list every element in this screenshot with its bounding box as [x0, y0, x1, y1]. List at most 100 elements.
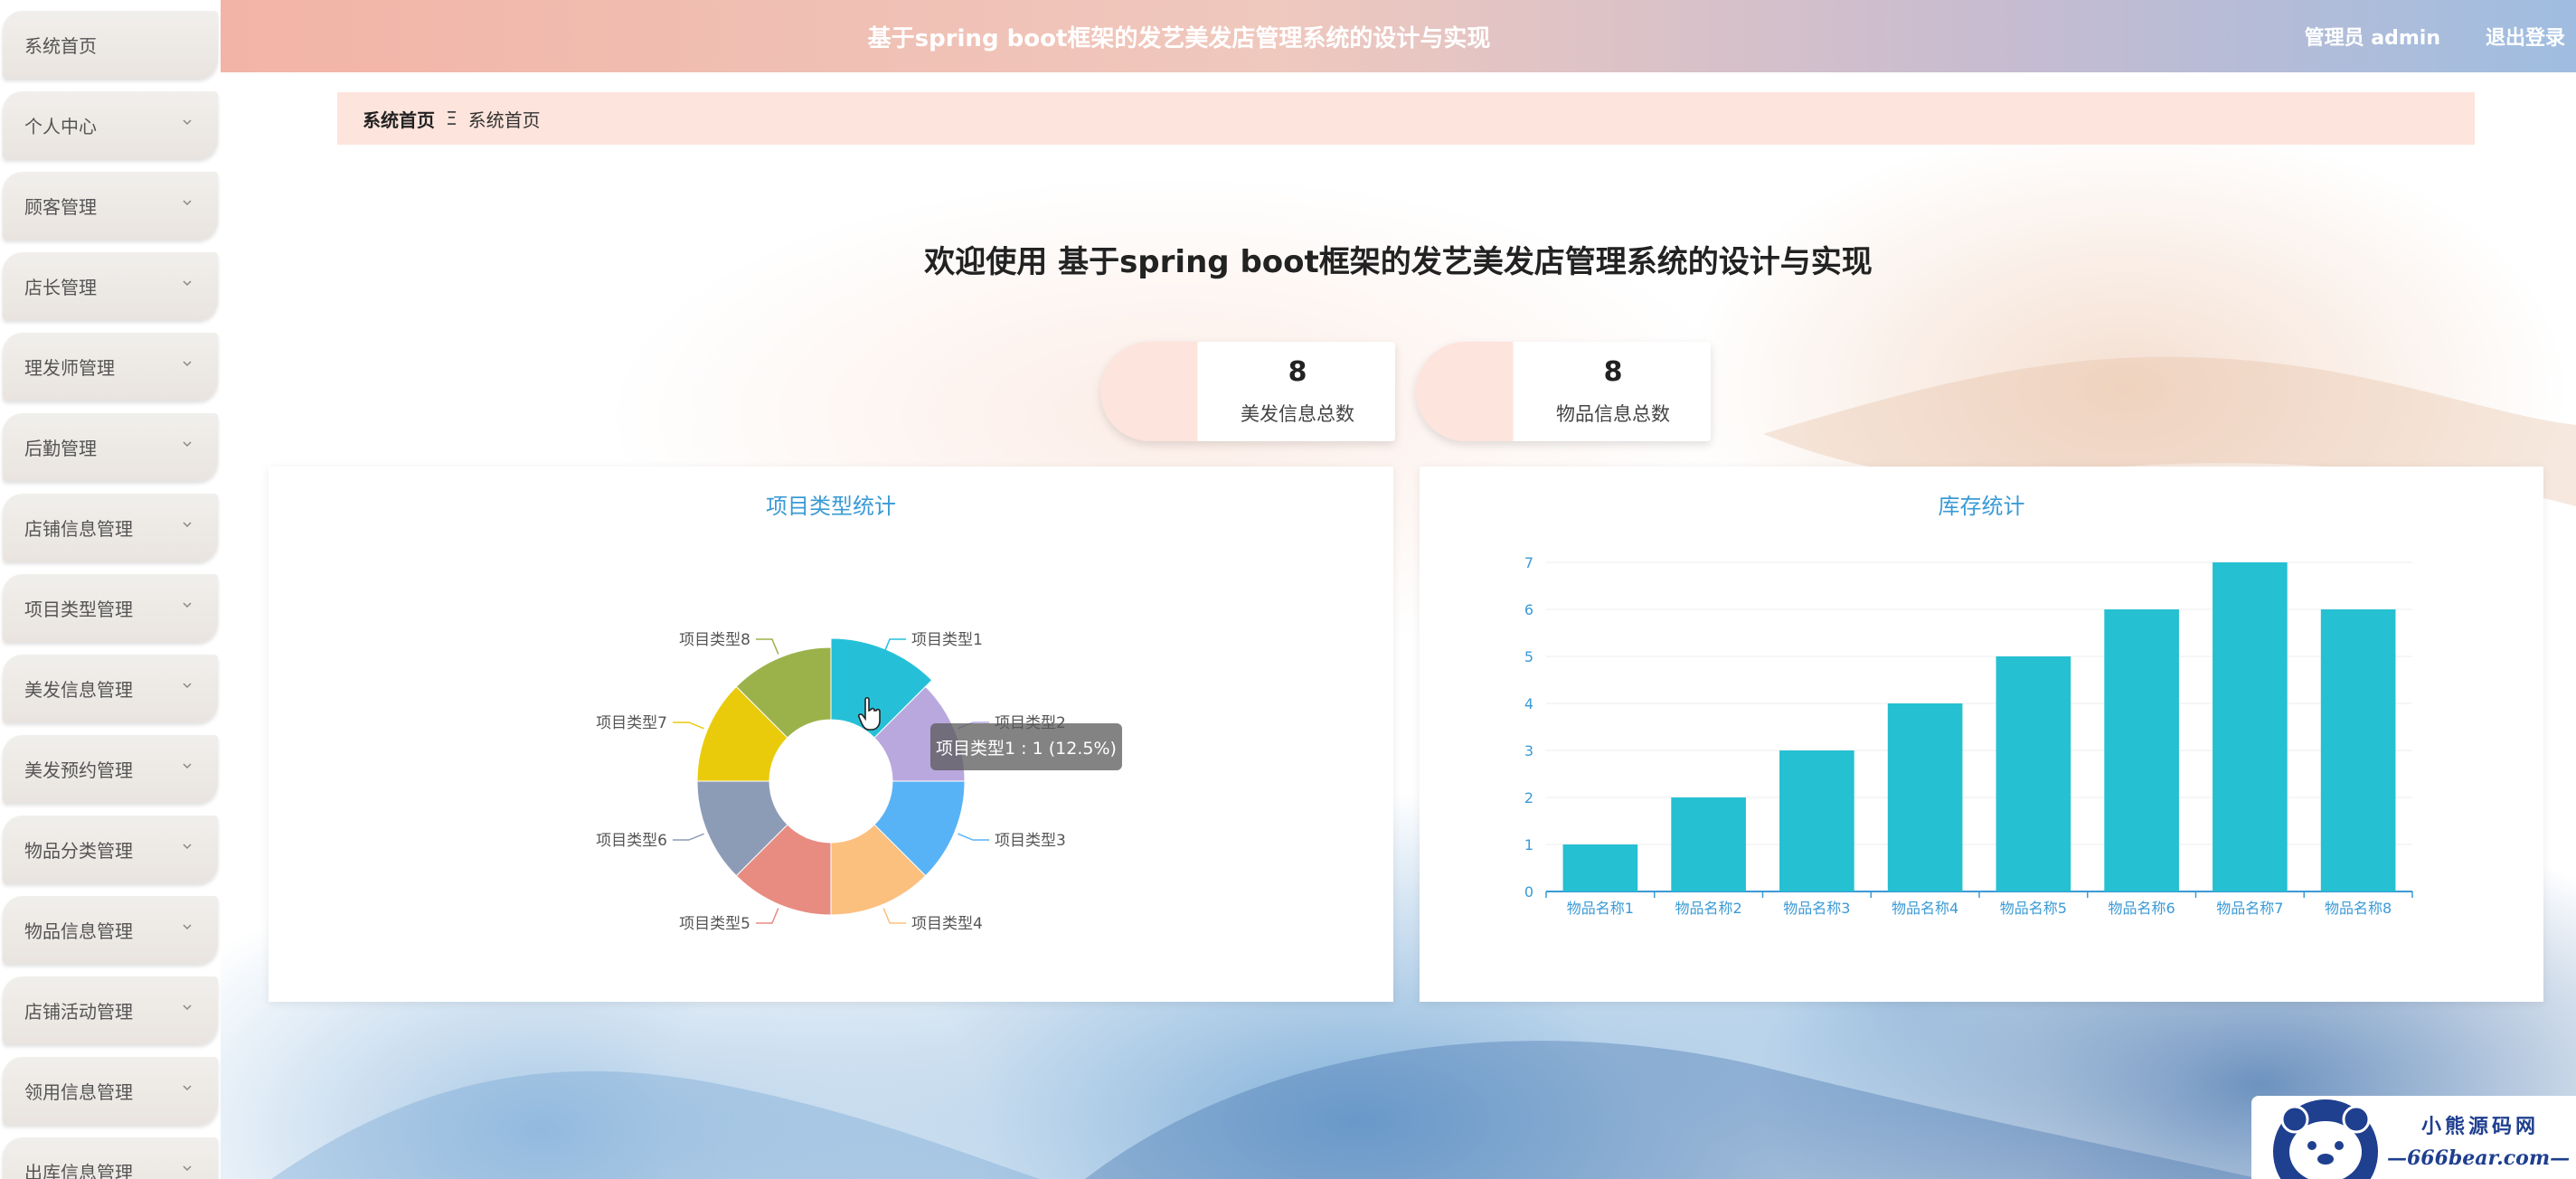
breadcrumb-home[interactable]: 系统首页: [363, 106, 435, 132]
pie-label: 项目类型3: [995, 832, 1066, 850]
bar-6[interactable]: [2104, 609, 2179, 891]
pie-label: 项目类型8: [679, 631, 750, 649]
pie-label: 项目类型4: [911, 915, 983, 933]
chevron-down-icon: [183, 119, 192, 126]
stat-value: 8: [1603, 356, 1623, 388]
bear-logo-icon: [2273, 1099, 2378, 1179]
breadcrumb: 系统首页 Ξ 系统首页: [337, 92, 2475, 145]
sidebar-item-label: 物品分类管理: [24, 840, 133, 862]
chevron-down-icon: [183, 1165, 192, 1172]
bar-7[interactable]: [2213, 562, 2288, 891]
current-user: 管理员 admin: [2304, 27, 2440, 50]
app-title: 基于spring boot框架的发艺美发店管理系统的设计与实现: [867, 24, 1491, 52]
y-tick-label: 2: [1524, 789, 1533, 806]
sidebar-item-6[interactable]: 后勤管理: [3, 413, 218, 481]
watermark-logo: 小熊源码网 —666bear.com—: [2251, 1096, 2576, 1179]
sidebar-item-label: 店铺活动管理: [24, 1001, 133, 1023]
pie-leader-line: [672, 722, 704, 730]
breadcrumb-separator: Ξ: [446, 108, 458, 129]
breadcrumb-current: 系统首页: [467, 108, 541, 131]
pie-leader-line: [882, 908, 907, 924]
x-tick-label: 物品名称2: [1675, 900, 1742, 917]
y-tick-label: 5: [1524, 648, 1533, 665]
sidebar-item-label: 店铺信息管理: [24, 518, 133, 540]
pie-leader-line: [755, 638, 779, 655]
sidebar-item-label: 后勤管理: [24, 438, 97, 459]
chevron-down-icon: [183, 1085, 192, 1091]
chevron-down-icon: [183, 441, 192, 448]
bar-8[interactable]: [2320, 609, 2396, 891]
sidebar-item-label: 领用信息管理: [24, 1081, 133, 1103]
sidebar-item-5[interactable]: 理发师管理: [3, 333, 218, 401]
stat-card-hair-info: 8 美发信息总数: [1100, 342, 1395, 441]
bar-3[interactable]: [1779, 750, 1854, 891]
chevron-down-icon: [183, 280, 192, 287]
y-tick-label: 7: [1524, 554, 1533, 571]
pie-leader-line: [755, 908, 779, 924]
chart-tooltip: 项目类型1 : 1 (12.5%): [930, 723, 1122, 770]
sidebar-item-label: 项目类型管理: [24, 599, 133, 620]
pie-label: 项目类型1: [911, 631, 983, 649]
bar-chart-panel: 库存统计 0 1 2 3 4 5 6 7 物品名称1 物品名称2 物品名称3 物品名称4 物品名称5 物品…: [1420, 467, 2543, 1002]
pie-label: 项目类型7: [596, 714, 667, 732]
x-tick-label: 物品名称8: [2325, 900, 2392, 917]
welcome-heading: 欢迎使用 基于spring boot框架的发艺美发店管理系统的设计与实现: [924, 244, 1873, 280]
pie-label: 项目类型6: [596, 832, 667, 850]
sidebar-item-label: 出库信息管理: [24, 1162, 133, 1179]
x-tick-label: 物品名称1: [1567, 900, 1634, 917]
sidebar-item-2[interactable]: 个人中心: [3, 91, 218, 159]
pie-leader-line: [672, 833, 704, 841]
sidebar-item-9[interactable]: 美发信息管理: [3, 655, 218, 722]
sidebar-item-label: 理发师管理: [24, 357, 115, 379]
pie-chart-panel: 项目类型统计 项目类型1项目类型2项目类型3项目类型4项目类型5项目类型6项目类…: [269, 467, 1393, 1002]
sidebar-item-14[interactable]: 领用信息管理: [3, 1057, 218, 1125]
chevron-down-icon: [183, 522, 192, 528]
x-tick-label: 物品名称4: [1892, 900, 1958, 917]
y-tick-label: 0: [1524, 883, 1533, 901]
bar-2[interactable]: [1671, 797, 1746, 891]
stat-label: 物品信息总数: [1556, 403, 1670, 425]
chevron-down-icon: [183, 763, 192, 769]
sidebar-item-11[interactable]: 物品分类管理: [3, 816, 218, 883]
stat-card-item-info: 8 物品信息总数: [1416, 342, 1711, 441]
stat-value: 8: [1288, 356, 1307, 388]
top-header: 基于spring boot框架的发艺美发店管理系统的设计与实现 管理员 admi…: [221, 0, 2576, 72]
y-tick-label: 6: [1524, 601, 1533, 618]
bar-1[interactable]: [1562, 844, 1638, 891]
chevron-down-icon: [183, 683, 192, 689]
sidebar-item-12[interactable]: 物品信息管理: [3, 896, 218, 964]
stat-label: 美发信息总数: [1241, 403, 1354, 425]
x-tick-label: 物品名称6: [2109, 900, 2175, 917]
sidebar-item-label: 系统首页: [24, 35, 97, 57]
sidebar-item-8[interactable]: 项目类型管理: [3, 574, 218, 642]
x-tick-label: 物品名称7: [2216, 900, 2283, 917]
sidebar-item-1[interactable]: 系统首页: [3, 11, 218, 79]
pie-leader-line: [958, 833, 990, 841]
x-tick-label: 物品名称3: [1783, 900, 1850, 917]
sidebar-item-4[interactable]: 店长管理: [3, 252, 218, 320]
sidebar-item-label: 美发预约管理: [24, 759, 133, 781]
bar-chart[interactable]: 0 1 2 3 4 5 6 7 物品名称1 物品名称2 物品名称3 物品名称4 物品名称5 物品名称6 物品…: [1420, 467, 2543, 1002]
logout-link[interactable]: 退出登录: [2486, 0, 2565, 72]
y-tick-label: 4: [1524, 695, 1533, 712]
watermark-url: —666bear.com—: [2387, 1146, 2571, 1170]
chevron-down-icon: [183, 361, 192, 367]
sidebar-item-15[interactable]: 出库信息管理: [3, 1137, 218, 1179]
bar-5[interactable]: [1996, 656, 2071, 891]
y-tick-label: 3: [1524, 742, 1533, 759]
sidebar-item-13[interactable]: 店铺活动管理: [3, 976, 218, 1044]
sidebar-item-label: 顾客管理: [24, 196, 97, 218]
chevron-down-icon: [183, 602, 192, 608]
sidebar-menu: 系统首页个人中心顾客管理店长管理理发师管理后勤管理店铺信息管理 项目类型管理美发信…: [0, 0, 221, 1179]
chevron-down-icon: [183, 924, 192, 930]
watermark-name: 小熊源码网: [2421, 1115, 2540, 1138]
hand-cursor-icon: [858, 696, 881, 731]
sidebar-item-10[interactable]: 美发预约管理: [3, 735, 218, 803]
chevron-down-icon: [183, 200, 192, 206]
pie-chart[interactable]: 项目类型1项目类型2项目类型3项目类型4项目类型5项目类型6项目类型7项目类型8: [269, 467, 1393, 1002]
sidebar-item-3[interactable]: 顾客管理: [3, 172, 218, 240]
chevron-down-icon: [183, 1005, 192, 1011]
bar-4[interactable]: [1887, 703, 1963, 891]
sidebar-item-7[interactable]: 店铺信息管理: [3, 494, 218, 561]
x-tick-label: 物品名称5: [2000, 900, 2067, 917]
